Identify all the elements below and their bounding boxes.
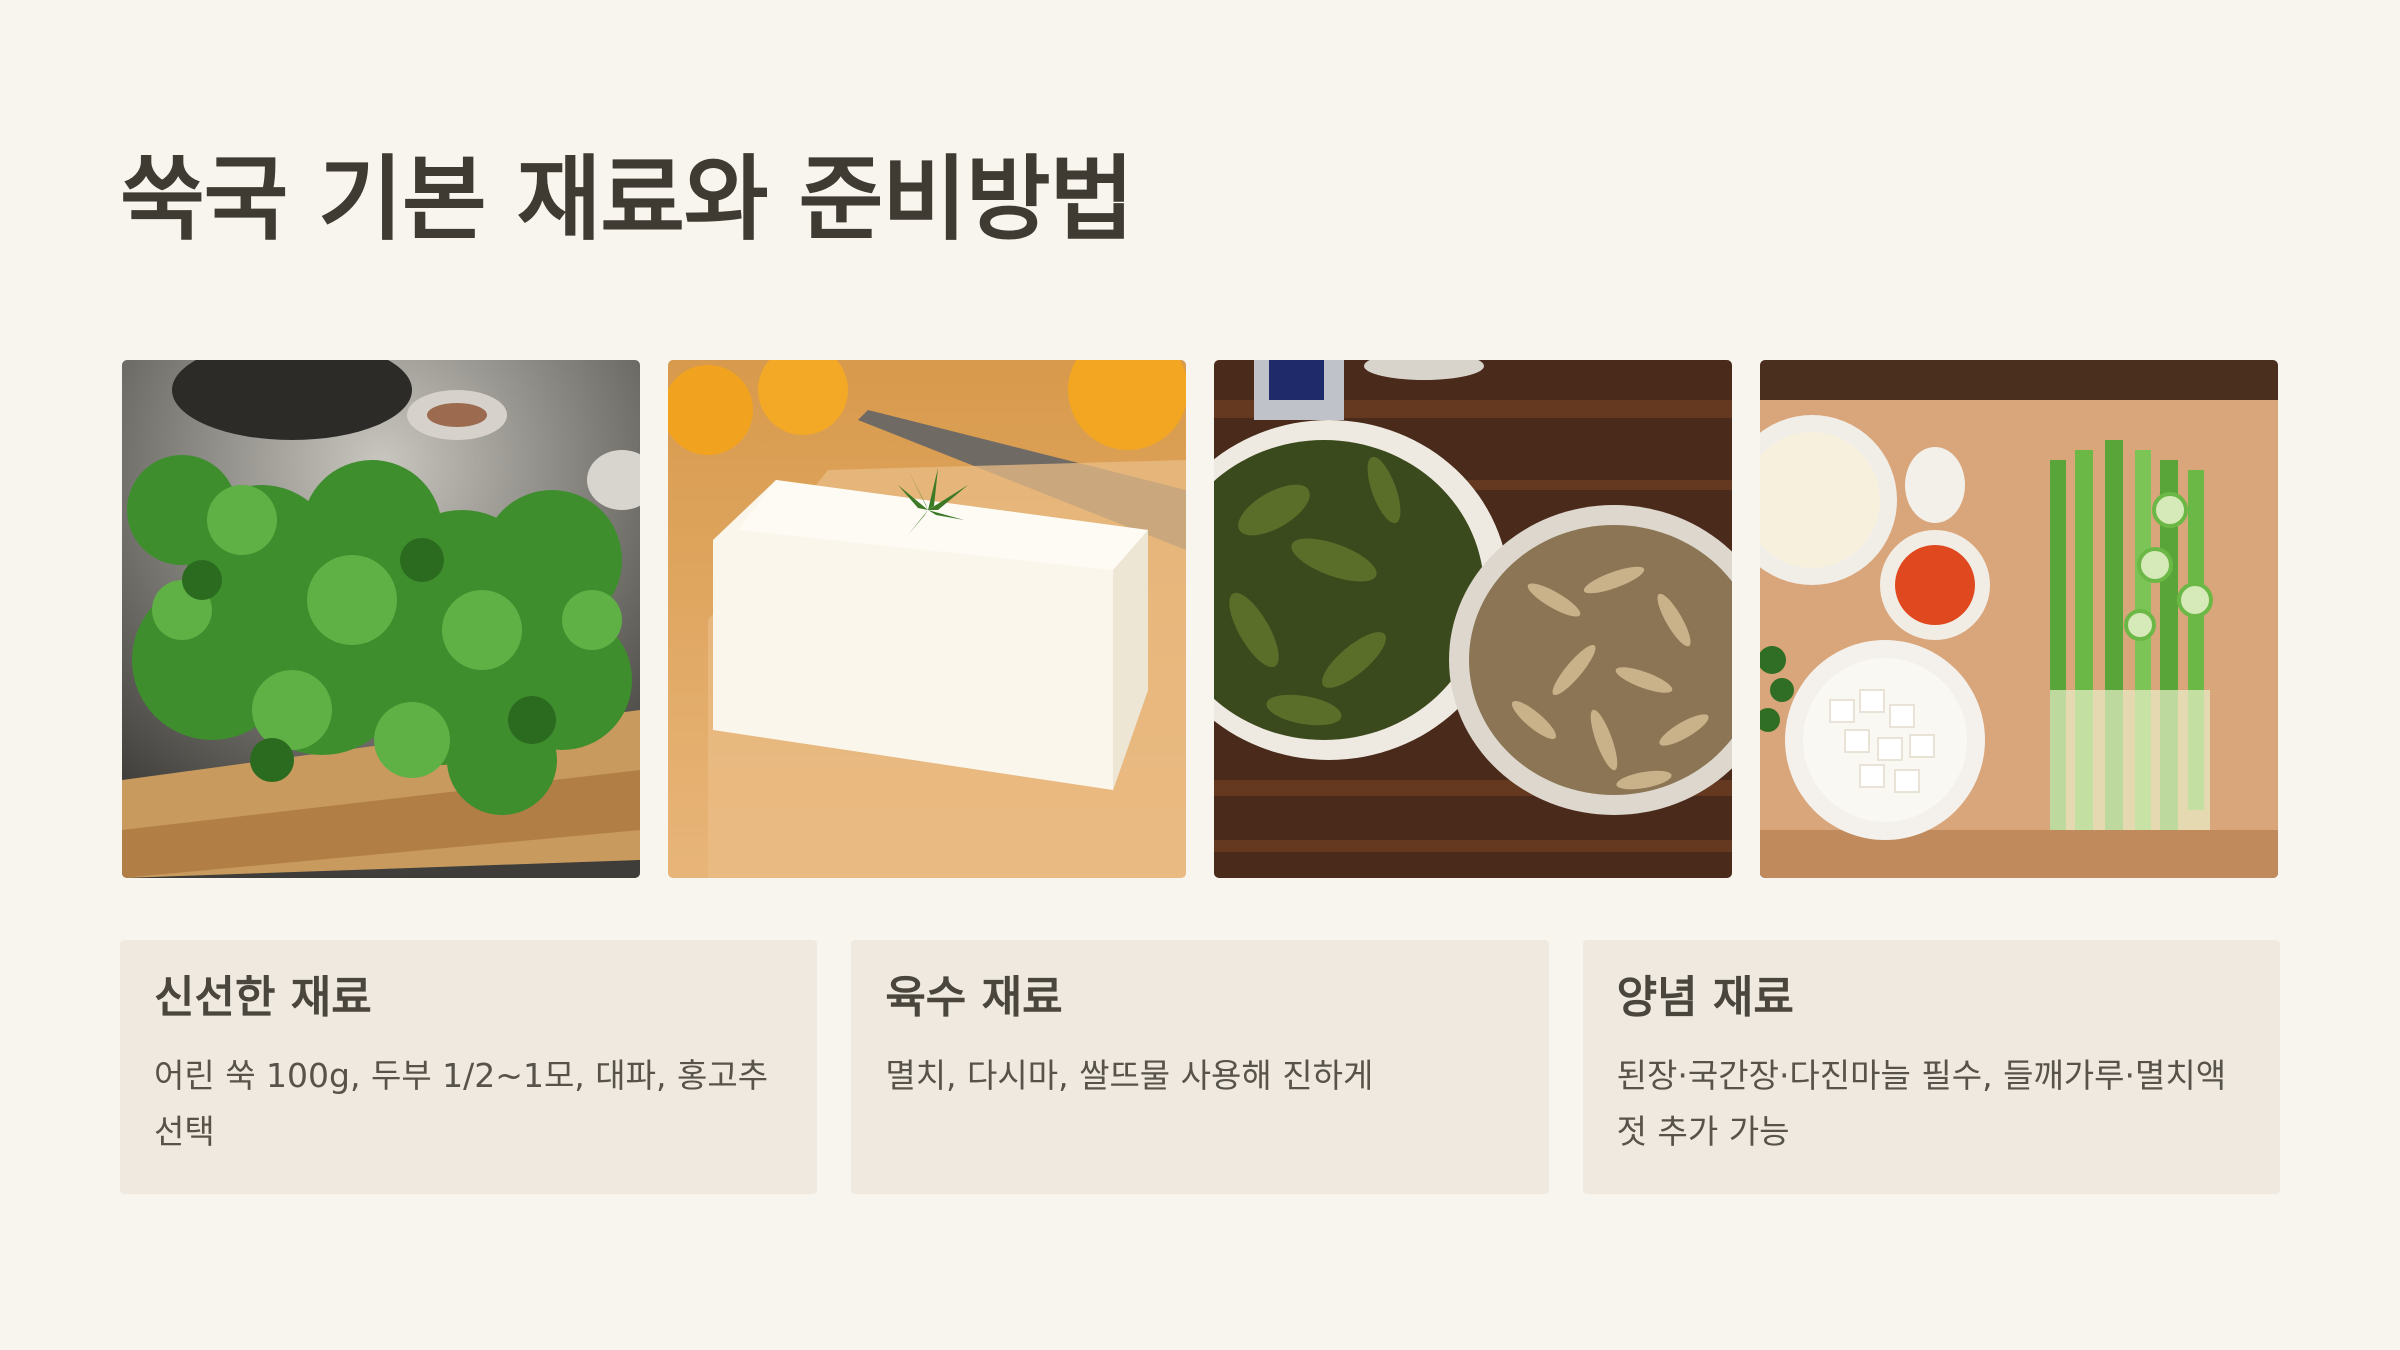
card-text: 된장·국간장·다진마늘 필수, 들깨가루·멸치액젓 추가 가능 [1616, 1056, 2227, 1151]
seasoning-and-scallion-photo [1760, 360, 2278, 878]
mugwort-greens-photo [122, 360, 640, 878]
card-text: 어린 쑥 100g, 두부 1/2~1모, 대파, 홍고추 선택 [154, 1056, 769, 1151]
greens-illustration [122, 360, 640, 878]
card-text: 멸치, 다시마, 쌀뜨물 사용해 진하게 [885, 1056, 1374, 1095]
card-title: 육수 재료 [885, 972, 1063, 1023]
ingredient-card-row: 신선한 재료 어린 쑥 100g, 두부 1/2~1모, 대파, 홍고추 선택 … [120, 940, 2280, 1194]
ingredient-photo-row [122, 360, 2278, 878]
broth-ingredients-illustration [1214, 360, 1732, 878]
broth-ingredients-card: 육수 재료 멸치, 다시마, 쌀뜨물 사용해 진하게 [851, 940, 1549, 1194]
card-title: 양념 재료 [1616, 972, 1794, 1023]
tofu-illustration [668, 360, 1186, 878]
card-title: 신선한 재료 [154, 972, 372, 1023]
seasoning-illustration [1760, 360, 2278, 878]
seasoning-ingredients-card: 양념 재료 된장·국간장·다진마늘 필수, 들깨가루·멸치액젓 추가 가능 [1582, 940, 2280, 1194]
fresh-ingredients-card: 신선한 재료 어린 쑥 100g, 두부 1/2~1모, 대파, 홍고추 선택 [120, 940, 818, 1194]
page-title: 쑥국 기본 재료와 준비방법 [120, 146, 1134, 253]
kelp-and-anchovy-photo [1214, 360, 1732, 878]
tofu-block-photo [668, 360, 1186, 878]
